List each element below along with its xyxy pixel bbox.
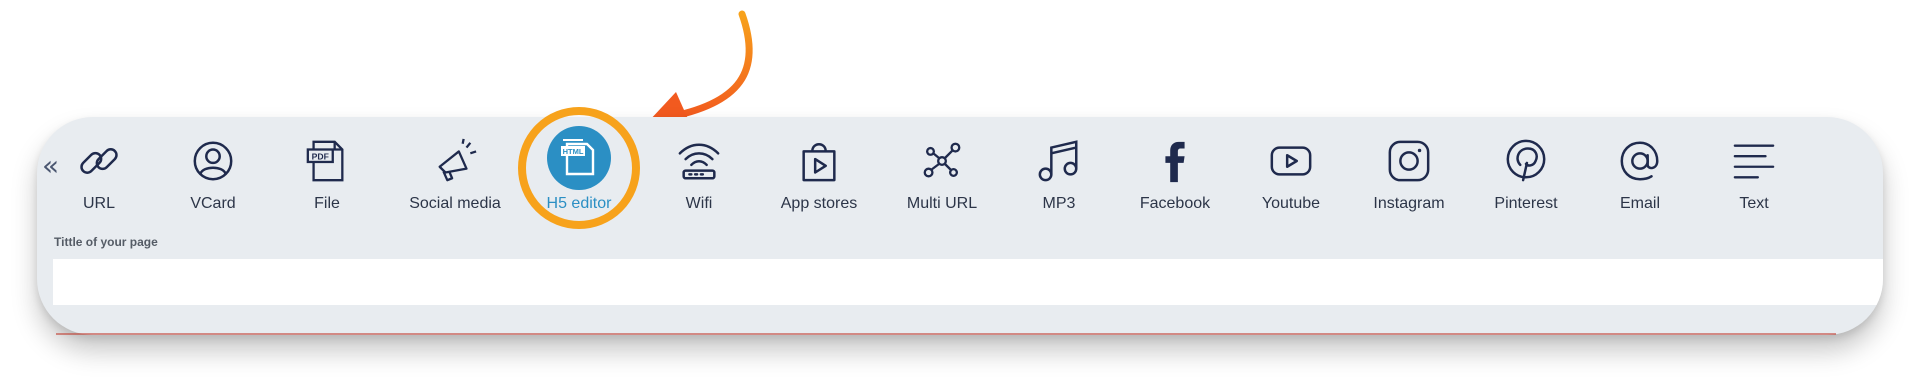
tab-text[interactable]: Text: [1694, 117, 1814, 227]
tab-label: Multi URL: [906, 195, 978, 212]
network-nodes-icon: [918, 137, 966, 185]
instagram-icon: [1385, 137, 1433, 185]
tab-label: URL: [82, 195, 115, 212]
tab-label: Pinterest: [1494, 195, 1558, 212]
tab-facebook[interactable]: Facebook: [1115, 117, 1235, 227]
tab-label: Email: [1619, 195, 1660, 212]
tab-label: App stores: [780, 195, 858, 212]
tab-label: MP3: [1042, 195, 1076, 212]
tab-file[interactable]: PDF File: [267, 117, 387, 227]
pdf-file-icon: PDF: [303, 137, 351, 185]
tab-label: Social media: [409, 195, 501, 212]
tab-h5-editor[interactable]: HTML H5 editor: [519, 117, 639, 227]
tab-email[interactable]: Email: [1580, 117, 1700, 227]
tab-label: Text: [1739, 195, 1769, 212]
youtube-icon: [1267, 137, 1315, 185]
page-title-label: Tittle of your page: [54, 235, 158, 249]
tab-label: Facebook: [1139, 195, 1211, 212]
html-file-icon: HTML: [547, 126, 611, 190]
tab-instagram[interactable]: Instagram: [1349, 117, 1469, 227]
page-title-input[interactable]: [53, 259, 1883, 305]
qr-type-tabs: URL VCard PDF File Social media HTML H5 …: [37, 117, 1883, 227]
tab-app-stores[interactable]: App stores: [759, 117, 879, 227]
tab-label: Instagram: [1373, 195, 1445, 212]
tab-label: Wifi: [685, 195, 713, 212]
panel-bottom-border: [56, 333, 1836, 335]
facebook-icon: [1151, 137, 1199, 185]
text-lines-icon: [1730, 137, 1778, 185]
tab-youtube[interactable]: Youtube: [1231, 117, 1351, 227]
tab-wifi[interactable]: Wifi: [639, 117, 759, 227]
tab-pinterest[interactable]: Pinterest: [1466, 117, 1586, 227]
tab-label: Youtube: [1261, 195, 1321, 212]
pinterest-icon: [1502, 137, 1550, 185]
wifi-icon: [675, 137, 723, 185]
qr-type-panel: « URL VCard PDF File Social media HTML H…: [37, 117, 1883, 335]
tab-label: VCard: [190, 195, 236, 212]
shopping-bag-icon: [795, 137, 843, 185]
svg-text:HTML: HTML: [563, 147, 584, 156]
at-sign-icon: [1616, 137, 1664, 185]
tab-social-media[interactable]: Social media: [395, 117, 515, 227]
tab-url[interactable]: URL: [39, 117, 159, 227]
megaphone-icon: [431, 137, 479, 185]
tab-mp3[interactable]: MP3: [999, 117, 1119, 227]
svg-text:PDF: PDF: [312, 152, 329, 162]
music-note-icon: [1035, 137, 1083, 185]
tab-label: H5 editor: [546, 195, 612, 212]
tab-label: File: [314, 195, 340, 212]
link-icon: [75, 137, 123, 185]
tab-vcard[interactable]: VCard: [153, 117, 273, 227]
tab-multi-url[interactable]: Multi URL: [882, 117, 1002, 227]
user-circle-icon: [189, 137, 237, 185]
